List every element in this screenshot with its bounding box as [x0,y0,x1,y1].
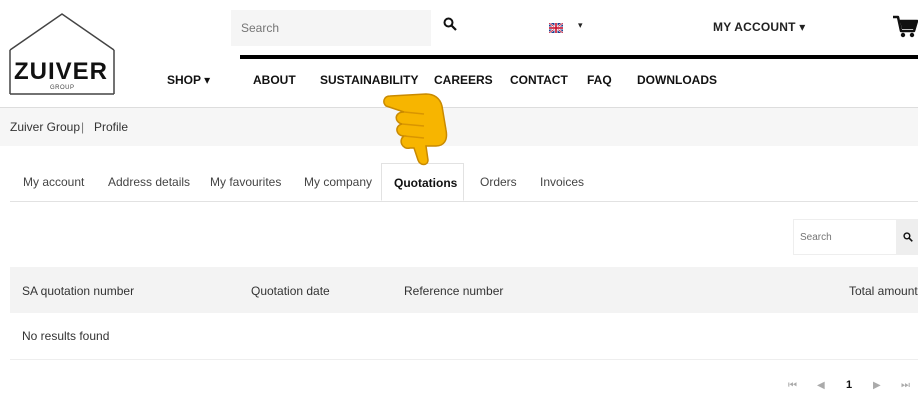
pointing-hand-icon [383,93,448,166]
quotation-search [793,219,897,255]
nav-faq[interactable]: FAQ [587,73,612,87]
breadcrumb-home[interactable]: Zuiver Group [10,120,80,134]
account-tabs: My account Address details My favourites… [10,163,918,202]
cart-icon[interactable] [892,14,918,40]
empty-results-message: No results found [22,329,110,343]
language-dropdown-caret[interactable]: ▾ [578,20,583,31]
logo-text: ZUIVER [14,58,109,85]
nav-downloads[interactable]: DOWNLOADS [637,73,717,87]
quotations-table-header: SA quotation number Quotation date Refer… [10,267,918,313]
next-page-icon[interactable]: ▶ [873,380,881,391]
tab-address-details[interactable]: Address details [108,163,190,201]
column-sa-quotation-number[interactable]: SA quotation number [22,284,134,298]
site-search-input[interactable] [231,10,431,46]
page-number-current[interactable]: 1 [846,379,852,391]
tab-invoices[interactable]: Invoices [540,163,584,201]
my-account-menu[interactable]: MY ACCOUNT ▾ [713,20,805,34]
tab-my-account[interactable]: My account [23,163,84,201]
search-icon [902,232,913,242]
quotation-search-button[interactable] [897,219,918,255]
uk-flag-icon[interactable] [549,23,563,33]
nav-contact[interactable]: CONTACT [510,73,568,87]
nav-shop[interactable]: SHOP ▾ [167,73,210,87]
last-page-icon[interactable]: ⏭ [901,380,910,391]
nav-careers[interactable]: CAREERS [434,73,493,87]
tab-my-company[interactable]: My company [304,163,372,201]
breadcrumb-current: Profile [94,120,129,134]
logo-subtext: GROUP [50,85,75,91]
quotation-search-input[interactable] [794,220,896,254]
prev-page-icon[interactable]: ◀ [817,380,825,391]
search-icon[interactable] [443,17,457,31]
tab-quotations[interactable]: Quotations [381,163,464,201]
nav-sustainability[interactable]: SUSTAINABILITY [320,73,418,87]
column-reference-number[interactable]: Reference number [404,284,503,298]
site-search [231,10,431,46]
nav-about[interactable]: ABOUT [253,73,296,87]
table-row: No results found [10,313,918,360]
column-quotation-date[interactable]: Quotation date [251,284,330,298]
tab-my-favourites[interactable]: My favourites [210,163,281,201]
tab-orders[interactable]: Orders [480,163,517,201]
header-divider [240,55,918,59]
column-total-amount[interactable]: Total amount [849,284,918,298]
first-page-icon[interactable]: ⏮ [788,380,797,391]
breadcrumb-separator: | [81,120,85,134]
